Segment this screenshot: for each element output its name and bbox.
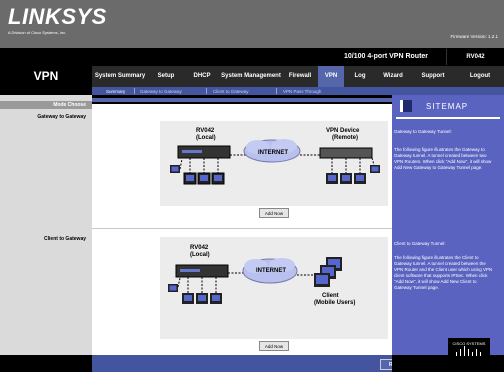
tab-setup[interactable]: Setup (148, 66, 184, 87)
sitemap-g2g-text: The following figure illustrates the Gat… (394, 147, 492, 170)
router-leds-icon (180, 269, 200, 272)
linksys-logo: LINKSYS (8, 4, 107, 29)
tab-logout[interactable]: Logout (456, 66, 504, 87)
sitemap-header: SITEMAP (392, 95, 504, 117)
cisco-brand-text: CISCO SYSTEMS (452, 341, 486, 346)
diagram1-router-label1: RV042 (196, 128, 215, 134)
tab-vpn[interactable]: VPN (318, 66, 344, 87)
tab-dhcp[interactable]: DHCP (184, 66, 220, 87)
client-diagram-panel: RV042 (Local) INTERNET Client (Mobile Us… (160, 237, 388, 339)
subnav-separator (276, 88, 277, 94)
subtab-client-to-gateway[interactable]: Client to Gateway (213, 87, 249, 95)
pc-screen-icon (212, 295, 220, 301)
subnav-separator (134, 88, 135, 94)
tab-firewall[interactable]: Firewall (282, 66, 318, 87)
gateway-to-gateway-diagram: RV042 (Local) INTERNET VPN Device (Remot… (170, 128, 380, 185)
pc-screen-icon (198, 295, 206, 301)
client-to-gateway-diagram: RV042 (Local) INTERNET Client (Mobile Us… (168, 245, 355, 306)
pc-screen-icon (169, 285, 177, 291)
tab-log[interactable]: Log (344, 66, 376, 87)
diagram1-router-label2: (Local) (196, 135, 216, 141)
pc-screen-icon (200, 175, 208, 181)
cisco-bars-icon (456, 346, 481, 356)
add-now-client-button[interactable]: Add Now (259, 341, 289, 351)
link-icon (177, 277, 181, 288)
diagram1-device-label2: (Remote) (332, 135, 358, 141)
sitemap-g2g-title: Gateway to Gateway Tunnel: (394, 129, 452, 134)
pc-screen-icon (214, 175, 222, 181)
client-screen-icon (316, 275, 328, 284)
pc-screen-icon (328, 175, 336, 181)
tab-system-summary[interactable]: System Summary (92, 66, 148, 87)
gateway-to-gateway-label: Gateway to Gateway (37, 114, 86, 120)
section-divider (92, 228, 392, 229)
sitemap-title: SITEMAP (426, 102, 469, 111)
content-top-strip (92, 98, 392, 102)
diagram2-client-label2: (Mobile Users) (314, 300, 355, 306)
diagram2-client-label1: Client (322, 293, 339, 299)
tab-system-management[interactable]: System Management (220, 66, 282, 87)
client-to-gateway-label: Client to Gateway (44, 236, 86, 242)
sitemap-panel: SITEMAP Gateway to Gateway Tunnel: The f… (392, 95, 504, 355)
tab-support[interactable]: Support (410, 66, 456, 87)
diagram1-internet: INTERNET (258, 150, 288, 156)
sitemap-icon (400, 100, 412, 112)
add-now-gateway-button[interactable]: Add Now (259, 208, 289, 218)
footer-bar (92, 355, 392, 372)
pc-screen-icon (186, 175, 194, 181)
diagram1-device-label1: VPN Device (326, 128, 360, 134)
sitemap-c2g-title: Client to Gateway Tunnel: (394, 241, 446, 246)
gateway-diagram-panel: RV042 (Local) INTERNET VPN Device (Remot… (160, 121, 388, 206)
tab-wizard[interactable]: Wizard (376, 66, 410, 87)
subtab-summary[interactable]: Summary (106, 87, 125, 95)
diagram2-internet: INTERNET (256, 268, 286, 274)
firmware-version: Firmware Version: 1.2.1 (450, 34, 498, 39)
router-bar (92, 48, 504, 66)
cisco-logo: CISCO SYSTEMS (448, 338, 490, 360)
router-name: 10/100 4-port VPN Router (344, 53, 429, 60)
pc-screen-icon (184, 295, 192, 301)
pc-screen-icon (371, 166, 379, 172)
app-root: LINKSYS A Division of Cisco Systems, Inc… (0, 0, 504, 372)
footer-left (0, 355, 92, 372)
subnav-separator (206, 88, 207, 94)
diagram2-router-label2: (Local) (190, 252, 210, 258)
sitemap-divider (396, 117, 500, 119)
router-leds-icon (182, 150, 202, 153)
model-label: RV042 (446, 49, 504, 65)
mode-choose-heading: Mode Choose (0, 101, 92, 109)
sitemap-c2g-text: The following figure illustrates the Cli… (394, 255, 493, 290)
link-icon (179, 158, 183, 170)
diagram2-router-label1: RV042 (190, 245, 209, 251)
subtab-vpn-pass-through[interactable]: VPN Pass Through (283, 87, 321, 95)
header: LINKSYS A Division of Cisco Systems, Inc… (0, 0, 504, 48)
vpn-device-icon (319, 147, 373, 159)
link-icon (371, 157, 375, 166)
pc-screen-icon (171, 166, 179, 172)
pc-screen-icon (356, 175, 364, 181)
left-column (0, 95, 92, 355)
logo-subtitle: A Division of Cisco Systems, Inc. (8, 30, 67, 35)
subtab-gateway-to-gateway[interactable]: Gateway to Gateway (140, 87, 182, 95)
pc-screen-icon (342, 175, 350, 181)
